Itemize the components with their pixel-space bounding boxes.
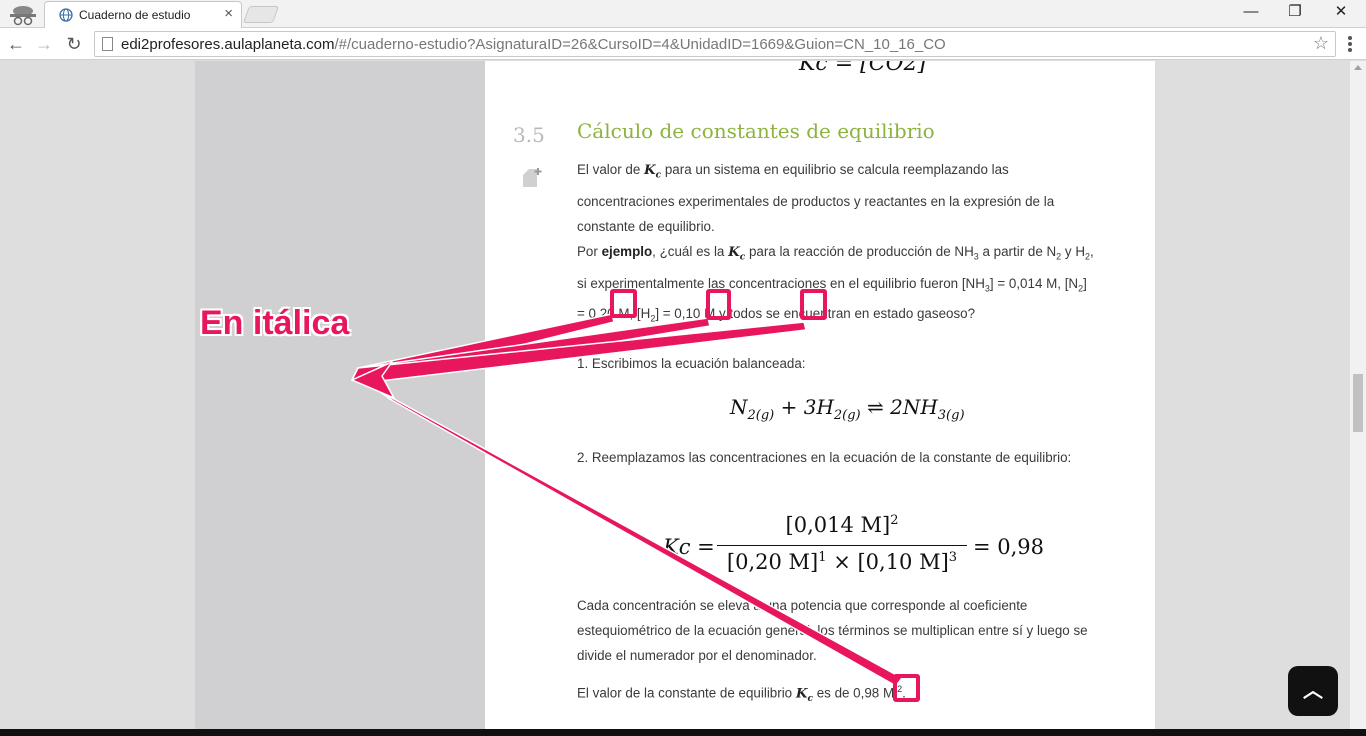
- highlight-box-m1: [610, 289, 637, 318]
- highlight-box-m4: [893, 674, 920, 702]
- annotation-arrows: [351, 313, 903, 687]
- scroll-to-top-button[interactable]: ︿: [1288, 666, 1338, 716]
- annotation-label: En itálica: [200, 304, 350, 342]
- os-taskbar: [0, 729, 1366, 736]
- scroll-up-arrow-icon[interactable]: [1354, 65, 1362, 70]
- highlight-box-m2: [706, 289, 731, 320]
- scroll-thumb[interactable]: [1353, 374, 1363, 432]
- vertical-scrollbar[interactable]: [1350, 61, 1366, 729]
- highlight-box-m3: [800, 289, 827, 320]
